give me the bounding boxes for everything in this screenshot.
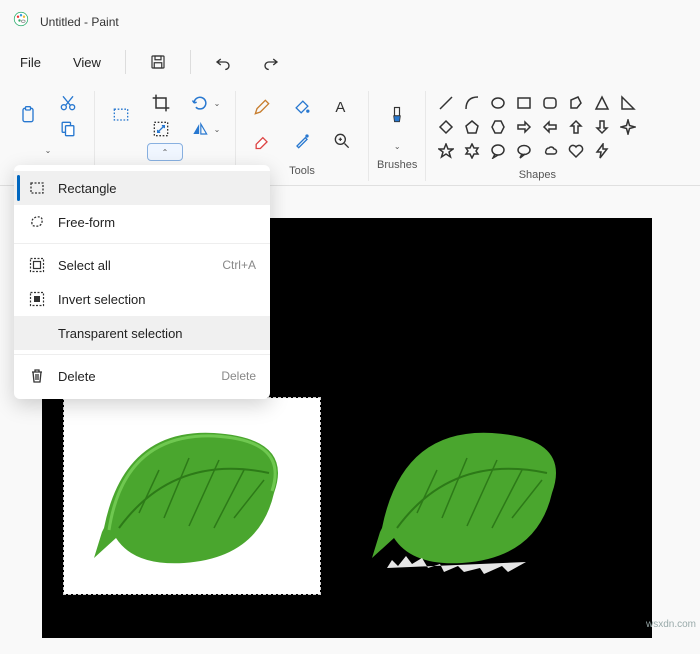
window-title: Untitled - Paint — [40, 15, 119, 29]
paste-button[interactable] — [10, 91, 46, 139]
select-dropdown-menu: Rectangle Free-form Select all Ctrl+A In… — [14, 165, 270, 399]
accelerator: Delete — [221, 369, 256, 383]
shape-arrow-left[interactable] — [540, 117, 560, 137]
leaf-image-transparent — [342, 398, 598, 594]
separator — [14, 243, 270, 244]
menu-invert-selection[interactable]: Invert selection — [14, 282, 270, 316]
menubar: File View — [0, 43, 700, 85]
invert-selection-icon — [28, 290, 46, 308]
watermark: wsxdn.com — [646, 619, 696, 630]
menu-transparent-selection[interactable]: Transparent selection — [14, 316, 270, 350]
tools-label: Tools — [289, 165, 315, 177]
titlebar: Untitled - Paint — [0, 0, 700, 43]
shapes-label: Shapes — [519, 169, 556, 181]
menu-label: Free-form — [58, 215, 115, 230]
menu-label: Transparent selection — [58, 326, 183, 341]
crop-button[interactable] — [143, 91, 179, 115]
menu-label: Invert selection — [58, 292, 145, 307]
menu-rectangle[interactable]: Rectangle — [14, 171, 270, 205]
paste-dropdown[interactable]: ⌄ — [30, 143, 66, 157]
trash-icon — [28, 367, 46, 385]
shapes-group: Shapes — [426, 91, 648, 181]
shape-oval[interactable] — [488, 93, 508, 113]
fill-tool[interactable] — [284, 91, 320, 123]
brush-button[interactable] — [379, 91, 415, 139]
shape-rectangle[interactable] — [514, 93, 534, 113]
copy-button[interactable] — [50, 117, 86, 141]
leaf-image-white-bg — [64, 398, 320, 594]
save-button[interactable] — [140, 47, 176, 77]
shape-pentagon[interactable] — [462, 117, 482, 137]
eraser-tool[interactable] — [244, 125, 280, 157]
rotate-button[interactable]: ⌄ — [183, 91, 227, 115]
magnifier-tool[interactable] — [324, 125, 360, 157]
separator — [190, 50, 191, 74]
menu-label: Select all — [58, 258, 111, 273]
shape-arrow-up[interactable] — [566, 117, 586, 137]
text-tool[interactable]: A — [324, 91, 360, 123]
pencil-tool[interactable] — [244, 91, 280, 123]
shape-callout-rounded[interactable] — [488, 141, 508, 161]
menu-label: Rectangle — [58, 181, 117, 196]
brushes-label: Brushes — [377, 159, 417, 171]
accelerator: Ctrl+A — [222, 258, 256, 272]
shape-arrow-right[interactable] — [514, 117, 534, 137]
shape-4star[interactable] — [618, 117, 638, 137]
rectangle-select-icon — [28, 179, 46, 197]
menu-delete[interactable]: Delete Delete — [14, 359, 270, 393]
color-picker-tool[interactable] — [284, 125, 320, 157]
select-all-icon — [28, 256, 46, 274]
brush-dropdown[interactable]: ⌄ — [379, 139, 415, 153]
shape-5star[interactable] — [436, 141, 456, 161]
shape-rounded-rect[interactable] — [540, 93, 560, 113]
selection-rect[interactable] — [64, 398, 320, 594]
menu-freeform[interactable]: Free-form — [14, 205, 270, 239]
blank-icon — [28, 324, 46, 342]
cut-button[interactable] — [50, 91, 86, 115]
shape-polygon[interactable] — [566, 93, 586, 113]
shape-line[interactable] — [436, 93, 456, 113]
shape-lightning[interactable] — [592, 141, 612, 161]
flip-button[interactable]: ⌄ — [183, 117, 227, 141]
select-button[interactable] — [103, 91, 139, 139]
svg-text:A: A — [335, 99, 345, 116]
shape-6star[interactable] — [462, 141, 482, 161]
redo-button[interactable] — [253, 47, 289, 77]
resize-button[interactable] — [143, 117, 179, 141]
menu-file[interactable]: File — [10, 49, 51, 76]
shape-right-triangle[interactable] — [618, 93, 638, 113]
shape-callout-oval[interactable] — [514, 141, 534, 161]
menu-view[interactable]: View — [63, 49, 111, 76]
shape-callout-cloud[interactable] — [540, 141, 560, 161]
undo-button[interactable] — [205, 47, 241, 77]
separator — [14, 354, 270, 355]
menu-select-all[interactable]: Select all Ctrl+A — [14, 248, 270, 282]
shape-hexagon[interactable] — [488, 117, 508, 137]
shapes-palette — [434, 91, 640, 163]
select-dropdown[interactable]: ⌃ — [147, 143, 183, 161]
app-icon — [12, 10, 30, 33]
brushes-group: ⌄ Brushes — [369, 91, 426, 181]
shape-heart[interactable] — [566, 141, 586, 161]
shape-curve[interactable] — [462, 93, 482, 113]
menu-label: Delete — [58, 369, 96, 384]
shape-triangle[interactable] — [592, 93, 612, 113]
shape-arrow-down[interactable] — [592, 117, 612, 137]
freeform-select-icon — [28, 213, 46, 231]
shape-diamond[interactable] — [436, 117, 456, 137]
separator — [125, 50, 126, 74]
